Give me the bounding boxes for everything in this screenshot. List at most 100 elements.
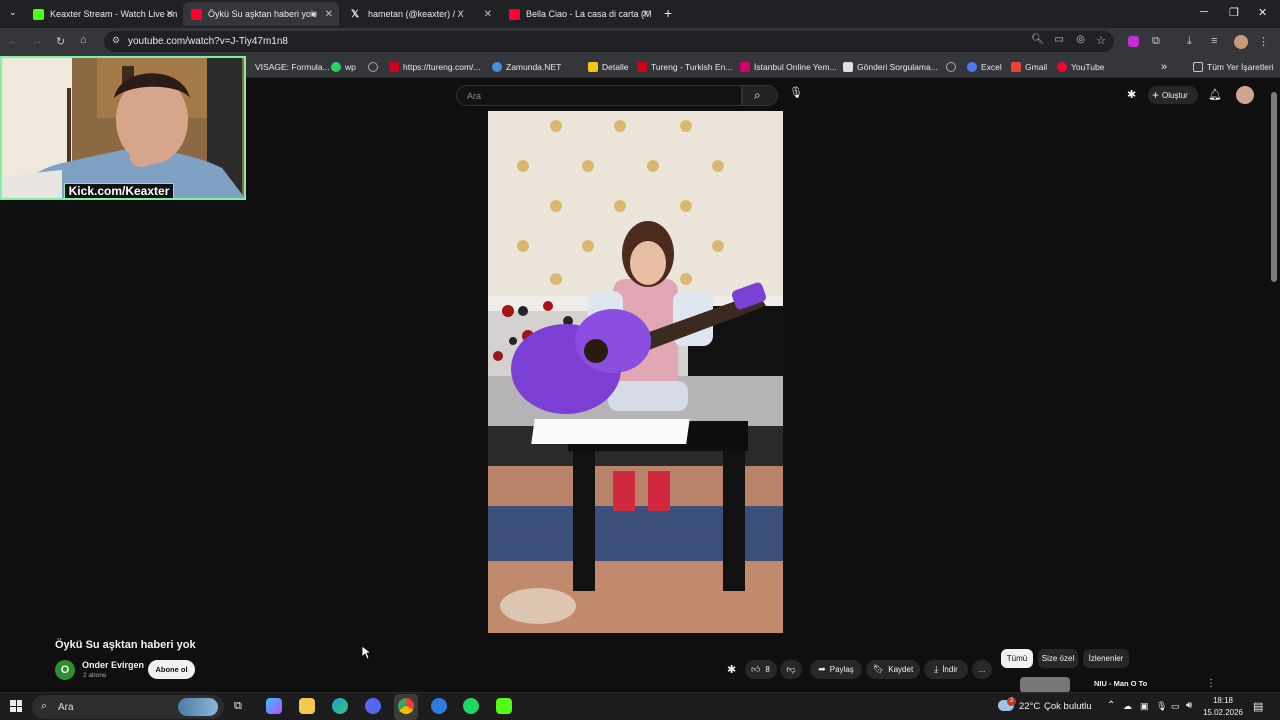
download-button[interactable]: ⤓ İndir bbox=[924, 660, 968, 679]
bookmark-item[interactable]: Detalle bbox=[588, 59, 628, 74]
kick-app-icon[interactable] bbox=[496, 698, 512, 714]
folder-icon bbox=[1193, 61, 1203, 72]
next-video-thumbnail[interactable] bbox=[1020, 677, 1070, 693]
notification-icon[interactable]: ▤ bbox=[1253, 700, 1263, 713]
bookmark-item[interactable]: Gmail bbox=[1011, 59, 1047, 74]
video-player[interactable] bbox=[488, 111, 783, 633]
close-icon[interactable]: ✕ bbox=[484, 9, 492, 20]
bookmark-item[interactable]: VISAGE: Formula... bbox=[255, 59, 330, 74]
extension-icon[interactable] bbox=[1128, 36, 1139, 47]
spotify-icon[interactable] bbox=[463, 698, 479, 714]
microphone-icon[interactable]: 🎙︎ bbox=[1156, 701, 1167, 712]
eye-off-icon[interactable]: ◎ bbox=[1076, 34, 1085, 45]
create-label: Oluştur bbox=[1162, 90, 1188, 100]
tab-bella-ciao[interactable]: Bella Ciao - La casa di carta (M ✕ bbox=[501, 2, 656, 26]
bookmark-star-icon[interactable]: ☆ bbox=[1096, 34, 1106, 47]
media-controls-icon[interactable]: ≡ bbox=[1211, 35, 1217, 47]
close-icon[interactable]: ✕ bbox=[166, 9, 174, 20]
bookmarks-overflow-button[interactable]: » bbox=[1161, 59, 1167, 74]
bookmark-item[interactable] bbox=[946, 59, 960, 74]
bookmark-item[interactable] bbox=[368, 59, 382, 74]
site-info-icon[interactable]: ⚙ bbox=[112, 35, 120, 46]
bookmark-item[interactable]: YouTube bbox=[1057, 59, 1104, 74]
youtube-icon bbox=[1057, 61, 1067, 72]
youtube-search-button[interactable]: ⌕ bbox=[742, 85, 778, 106]
like-button[interactable]: 👍︎ 8 bbox=[745, 660, 777, 679]
close-icon[interactable]: ✕ bbox=[325, 9, 333, 20]
close-icon[interactable]: ✕ bbox=[642, 9, 650, 20]
scrollbar-thumb[interactable] bbox=[1271, 92, 1277, 282]
youtube-search-input[interactable]: Ara bbox=[456, 85, 742, 106]
x-icon: 𝕏 bbox=[351, 8, 360, 20]
bookmark-item[interactable]: Gönderi Sorgulama... bbox=[843, 59, 938, 74]
speaker-icon[interactable]: 🔊︎ bbox=[311, 9, 317, 20]
more-actions-button[interactable]: ... bbox=[972, 660, 992, 679]
cloud-icon[interactable]: ☁ bbox=[1123, 701, 1132, 712]
channel-avatar[interactable]: O bbox=[55, 660, 75, 680]
task-view-icon[interactable]: ⧉ bbox=[234, 700, 242, 713]
start-button[interactable] bbox=[10, 700, 22, 712]
home-icon[interactable]: ⌂ bbox=[80, 34, 87, 46]
save-button[interactable]: 🔖︎ Kaydet bbox=[866, 660, 920, 679]
channel-name[interactable]: Onder Evirgen bbox=[82, 660, 144, 670]
bookmark-item[interactable]: https://tureng.com/... bbox=[389, 59, 480, 74]
tab-x[interactable]: 𝕏 hametan (@keaxter) / X ✕ bbox=[343, 2, 498, 26]
clock-time[interactable]: 18:18 bbox=[1206, 696, 1240, 705]
app-icon[interactable] bbox=[431, 698, 447, 714]
weather-temp[interactable]: 22°C bbox=[1019, 701, 1040, 712]
volume-icon[interactable]: 🔊︎ bbox=[1186, 700, 1192, 711]
chrome-icon[interactable] bbox=[398, 698, 414, 714]
copilot-icon[interactable] bbox=[266, 698, 282, 714]
avatar[interactable] bbox=[1236, 86, 1254, 104]
forward-icon[interactable]: → bbox=[32, 35, 43, 47]
clock-date[interactable]: 15.02.2026 bbox=[1202, 708, 1244, 717]
back-icon[interactable]: ← bbox=[8, 35, 19, 47]
sparkle-icon[interactable]: ✱ bbox=[1127, 88, 1136, 101]
share-button[interactable]: ➦ Paylaş bbox=[810, 660, 862, 679]
edge-icon[interactable] bbox=[332, 698, 348, 714]
file-explorer-icon[interactable] bbox=[299, 698, 315, 714]
bell-icon[interactable]: 🔔︎ bbox=[1208, 88, 1222, 101]
address-bar[interactable]: ⚙ youtube.com/watch?v=J-Tiy47m1n8 🔍︎ ▭ ◎… bbox=[104, 31, 1114, 52]
minimize-icon[interactable]: ─ bbox=[1200, 6, 1208, 18]
dislike-button[interactable]: 👎︎ bbox=[780, 660, 802, 679]
menu-kebab-icon[interactable]: ⋮ bbox=[1258, 35, 1269, 48]
chip-watched[interactable]: İzlenenler bbox=[1083, 649, 1129, 668]
video-frame bbox=[488, 111, 783, 633]
bookmark-item[interactable]: wp bbox=[331, 59, 356, 74]
chip-all[interactable]: Tümü bbox=[1001, 649, 1033, 668]
tray-chevron-icon[interactable]: ⌃ bbox=[1107, 700, 1115, 711]
tab-search-chevron-icon[interactable]: ⌄ bbox=[9, 7, 17, 18]
taskbar-search[interactable]: ⌕ Ara bbox=[32, 695, 224, 719]
tray-app-icon[interactable]: ▣ bbox=[1140, 701, 1149, 712]
extensions-puzzle-icon[interactable]: ⧉ bbox=[1152, 35, 1160, 48]
bookmark-item[interactable]: İstanbul Online Yem... bbox=[740, 59, 837, 74]
chip-for-you[interactable]: Size özel bbox=[1038, 649, 1078, 668]
profile-avatar[interactable] bbox=[1234, 35, 1248, 49]
network-icon[interactable]: ▭ bbox=[1171, 701, 1180, 712]
weather-text[interactable]: Çok bulutlu bbox=[1044, 701, 1092, 712]
next-video-menu-icon[interactable]: ⋮ bbox=[1206, 678, 1216, 689]
restore-icon[interactable]: ❐ bbox=[1229, 6, 1239, 19]
mic-icon[interactable]: 🎙︎ bbox=[788, 86, 804, 104]
cast-icon[interactable]: ▭ bbox=[1055, 34, 1064, 45]
reload-icon[interactable]: ↻ bbox=[56, 35, 65, 48]
new-tab-icon[interactable]: + bbox=[664, 5, 672, 21]
subscribe-button[interactable]: Abone ol bbox=[148, 660, 195, 679]
bookmark-item[interactable]: Excel bbox=[967, 59, 1002, 74]
zoom-icon[interactable]: 🔍︎ bbox=[1031, 34, 1044, 45]
download-icon[interactable]: ⤓ bbox=[1187, 35, 1192, 48]
tab-keaxter[interactable]: Keaxter Stream - Watch Live on ✕ bbox=[25, 2, 180, 26]
zamunda-icon bbox=[492, 61, 502, 72]
create-button[interactable]: + Oluştur bbox=[1148, 86, 1198, 104]
tureng-icon bbox=[389, 61, 399, 72]
gmail-icon bbox=[1011, 61, 1021, 72]
tab-youtube-active[interactable]: Öykü Su aşktan haberi yok 🔊︎ ✕ bbox=[183, 2, 339, 26]
bookmark-item[interactable]: Zamunda.NET bbox=[492, 59, 561, 74]
next-video-title[interactable]: NIU - Man O To bbox=[1094, 679, 1147, 688]
ask-sparkle-icon[interactable]: ✱ bbox=[727, 663, 736, 676]
bookmark-item[interactable]: Tureng - Turkish En... bbox=[637, 59, 732, 74]
discord-icon[interactable] bbox=[365, 698, 381, 714]
all-bookmarks-button[interactable]: Tüm Yer İşaretleri bbox=[1193, 59, 1274, 74]
close-window-icon[interactable]: ✕ bbox=[1258, 6, 1267, 19]
